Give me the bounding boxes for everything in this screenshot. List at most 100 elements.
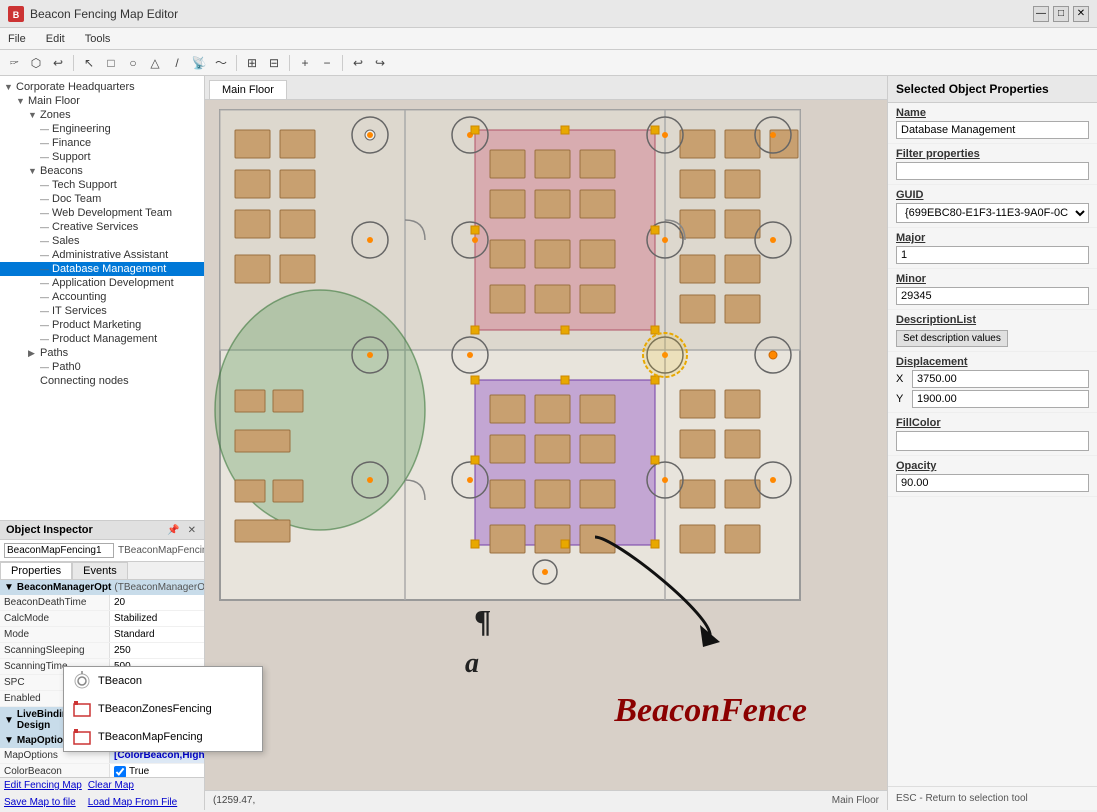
prop-group-header-1[interactable]: ▼ BeaconManagerOpt (TBeaconManagerOption… [0,580,204,595]
toolbar-undo[interactable]: ↩ [348,53,368,73]
tree-web-dev[interactable]: — Web Development Team [0,206,204,220]
tree-paths[interactable]: ▶ Paths [0,346,204,360]
tree-creative[interactable]: — Creative Services [0,220,204,234]
toolbar-btn-1[interactable]: 🖙 [4,53,24,73]
action-save-map[interactable]: Save Map to file [4,797,76,808]
displacement-x-input[interactable] [912,370,1089,388]
expand-ad: — [40,278,50,288]
prop-val-calc[interactable]: Stabilized [110,611,204,626]
action-load-map[interactable]: Load Map From File [88,797,177,808]
field-input-minor[interactable] [896,287,1089,305]
tree-it-services[interactable]: — IT Services [0,304,204,318]
field-label-name: Name [896,107,1089,119]
title-controls[interactable]: — □ ✕ [1033,6,1089,22]
prop-val-colorbeacon[interactable]: True [110,764,204,777]
tbeacon-icon [72,671,92,691]
guid-select[interactable]: {699EBC80-E1F3-11E3-9A0F-0CF3EE3BC0... [896,203,1089,223]
toolbar-zoomin[interactable]: + [295,53,315,73]
expand-main-floor: ▼ [16,96,26,106]
inspector-header: Object Inspector 📌 ✕ [0,521,204,540]
toolbar-select[interactable]: ↖ [79,53,99,73]
svg-text:B: B [13,10,20,20]
set-desc-btn[interactable]: Set description values [896,330,1008,347]
inspector-actions: Edit Fencing Map Clear Map Save Map to f… [0,777,204,810]
expand-zones: ▼ [28,110,38,120]
toolbar-btn-2[interactable]: ⬡ [26,53,46,73]
restore-button[interactable]: □ [1053,6,1069,22]
dropdown-label-tbeacon: TBeacon [98,675,142,687]
tree-accounting[interactable]: — Accounting [0,290,204,304]
tree-root[interactable]: ▼ Corporate Headquarters [0,80,204,94]
tree-zones[interactable]: ▼ Zones [0,108,204,122]
prop-val-death[interactable]: 20 [110,595,204,610]
tree-engineering[interactable]: — Engineering [0,122,204,136]
action-edit-fencing[interactable]: Edit Fencing Map [4,780,82,791]
prop-val-mode[interactable]: Standard [110,627,204,642]
map-canvas[interactable]: ¶ a BeaconFence [205,100,887,790]
dropdown-item-tmap[interactable]: TBeaconMapFencing [64,723,205,751]
tree-path0[interactable]: — Path0 [0,360,204,374]
tree-admin[interactable]: — Administrative Assistant [0,248,204,262]
prop-val-sleep[interactable]: 250 [110,643,204,658]
tree-main-floor[interactable]: ▼ Main Floor [0,94,204,108]
toolbar-btn-3[interactable]: ↩ [48,53,68,73]
tree-sales[interactable]: — Sales [0,234,204,248]
inspector-pin-btn[interactable]: 📌 [165,525,181,536]
inspector-close-btn[interactable]: ✕ [186,525,198,536]
field-group-name: Name [888,103,1097,144]
field-input-opacity[interactable] [896,474,1089,492]
toolbar-circle[interactable]: ○ [123,53,143,73]
inspector-title: Object Inspector [6,524,93,536]
field-group-major: Major [888,228,1097,269]
annotation-text-2: a [465,648,479,680]
toolbar-import[interactable]: ⊟ [264,53,284,73]
menu-tools[interactable]: Tools [81,31,115,47]
dropdown-label-tzones: TBeaconZonesFencing [98,703,205,715]
toolbar-rect[interactable]: □ [101,53,121,73]
prop-row-sleep: ScanningSleeping 250 [0,643,204,659]
filter-input[interactable] [896,162,1089,180]
app-icon: B [8,6,24,22]
field-input-major[interactable] [896,246,1089,264]
action-clear-map[interactable]: Clear Map [88,780,134,791]
toolbar-antenna[interactable]: 📡 [189,53,209,73]
toolbar-grid[interactable]: ⊞ [242,53,262,73]
toolbar-redo[interactable]: ↪ [370,53,390,73]
prop-name-calc: CalcMode [0,611,110,626]
toolbar-zoomout[interactable]: − [317,53,337,73]
inspector-object-type: TBeaconMapFencing [118,545,205,556]
fillcolor-swatch[interactable] [896,431,1089,451]
inspector-object-select[interactable] [4,543,114,558]
tree-connecting[interactable]: Connecting nodes [0,374,204,388]
dropdown-item-tbeacon[interactable]: TBeacon [64,667,205,695]
menu-edit[interactable]: Edit [42,31,69,47]
tree-beacons[interactable]: ▼ Beacons [0,164,204,178]
tree-db-mgmt[interactable]: — Database Management [0,262,204,276]
tree-doc-team[interactable]: — Doc Team [0,192,204,206]
tbeaconmap-icon [72,727,92,747]
close-button[interactable]: ✕ [1073,6,1089,22]
tree-app-dev[interactable]: — Application Development [0,276,204,290]
tree-finance[interactable]: — Finance [0,136,204,150]
tree-prod-mkt[interactable]: — Product Marketing [0,318,204,332]
dropdown-item-tzones[interactable]: TBeaconZonesFencing [64,695,205,723]
toolbar-path[interactable]: 〜 [211,53,231,73]
tree-support[interactable]: — Support [0,150,204,164]
expand-db: — [40,264,50,274]
tree-prod-mgmt[interactable]: — Product Management [0,332,204,346]
tab-main-floor[interactable]: Main Floor [209,80,287,99]
inspector-tab-events[interactable]: Events [72,562,128,579]
dropdown-popup: TBeacon TBeaconZonesFencing [63,666,205,752]
prop-name-mode: Mode [0,627,110,642]
toolbar-poly[interactable]: △ [145,53,165,73]
minimize-button[interactable]: — [1033,6,1049,22]
prop-row-death-time: BeaconDeathTime 20 [0,595,204,611]
colorbeacon-checkbox[interactable] [114,766,126,778]
menu-file[interactable]: File [4,31,30,47]
tree-tech-support[interactable]: — Tech Support [0,178,204,192]
field-label-opacity: Opacity [896,460,1089,472]
toolbar-line[interactable]: / [167,53,187,73]
field-input-name[interactable] [896,121,1089,139]
inspector-tab-properties[interactable]: Properties [0,562,72,579]
displacement-y-input[interactable] [912,390,1089,408]
